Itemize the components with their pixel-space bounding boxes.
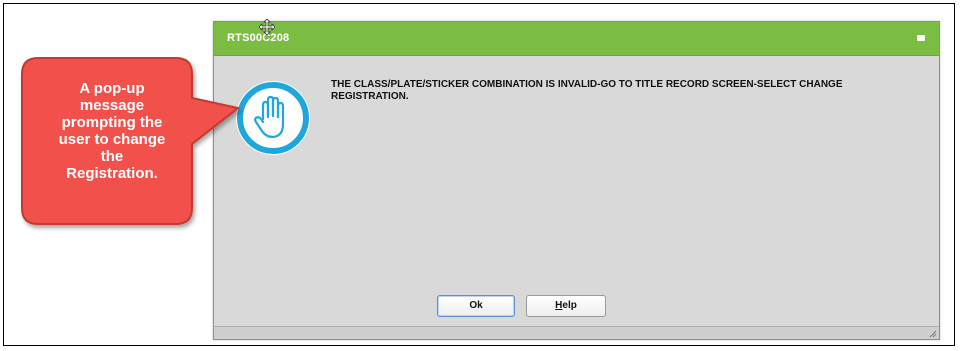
callout-line: user to change — [58, 131, 166, 148]
move-cursor-icon — [259, 19, 275, 35]
dialog-message: THE CLASS/PLATE/STICKER COMBINATION IS I… — [331, 79, 843, 102]
callout-line: Registration. — [66, 165, 158, 182]
help-button[interactable]: Help — [526, 295, 606, 317]
ok-button[interactable]: Ok — [437, 295, 515, 317]
callout-line: the — [100, 148, 124, 165]
help-label-rest: elp — [562, 300, 577, 311]
resize-grip-icon[interactable] — [928, 329, 937, 338]
callout-line: prompting the — [61, 114, 163, 131]
callout-text: A pop-up message prompting the user to c… — [32, 80, 192, 182]
maximize-icon[interactable] — [917, 35, 925, 41]
dialog-titlebar[interactable]: RTS00C208 — [214, 19, 939, 56]
callout-line: A pop-up — [79, 80, 145, 97]
dialog-statusbar — [214, 326, 939, 339]
callout-line: message — [79, 97, 145, 114]
message-dialog: RTS00C208 THE CLASS/PLATE/STICKER COMBIN… — [213, 19, 940, 340]
